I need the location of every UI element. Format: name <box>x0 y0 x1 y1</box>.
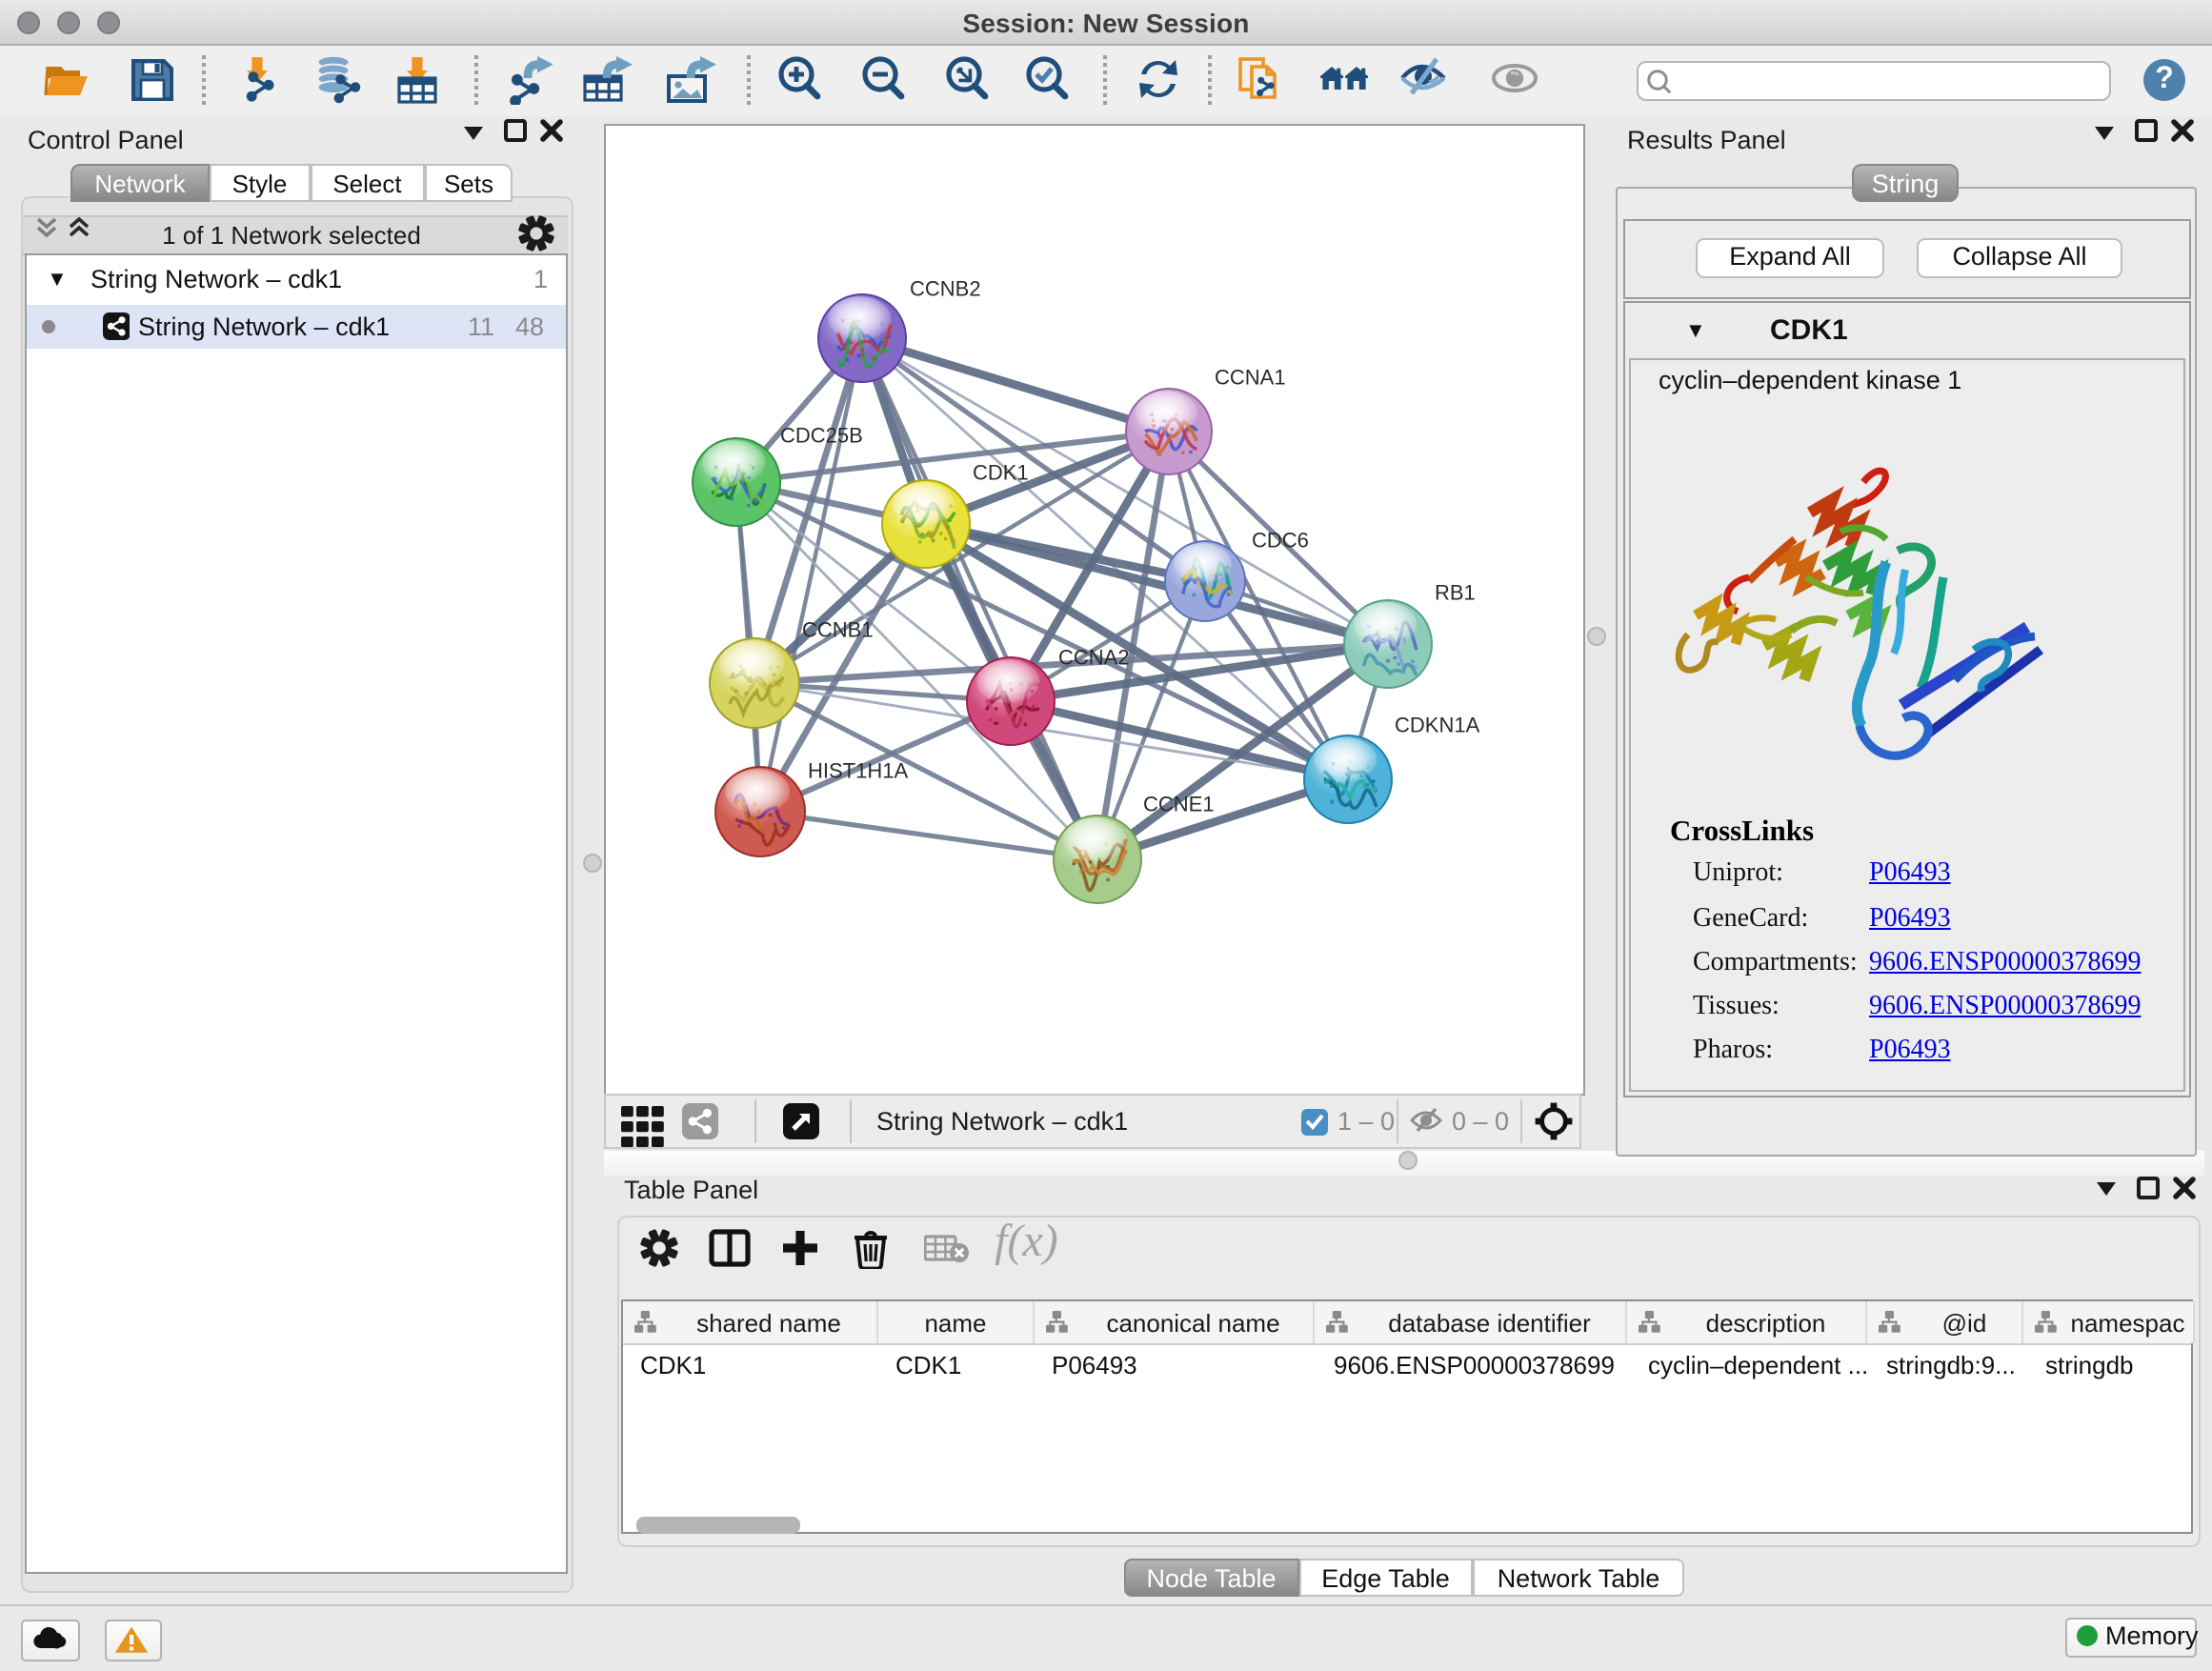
svg-text:CCNA1: CCNA1 <box>1214 366 1285 390</box>
svg-text:CCNB1: CCNB1 <box>801 618 873 642</box>
svg-text:CDKN1A: CDKN1A <box>1394 714 1479 737</box>
svg-text:HIST1H1A: HIST1H1A <box>807 759 907 783</box>
svg-text:CCNB2: CCNB2 <box>909 277 980 301</box>
svg-text:CDC25B: CDC25B <box>779 424 862 448</box>
svg-text:CDK1: CDK1 <box>972 461 1028 485</box>
svg-text:RB1: RB1 <box>1434 581 1475 605</box>
svg-text:CDC6: CDC6 <box>1251 529 1308 553</box>
svg-text:CCNA2: CCNA2 <box>1057 646 1129 670</box>
svg-text:CCNE1: CCNE1 <box>1142 793 1214 816</box>
